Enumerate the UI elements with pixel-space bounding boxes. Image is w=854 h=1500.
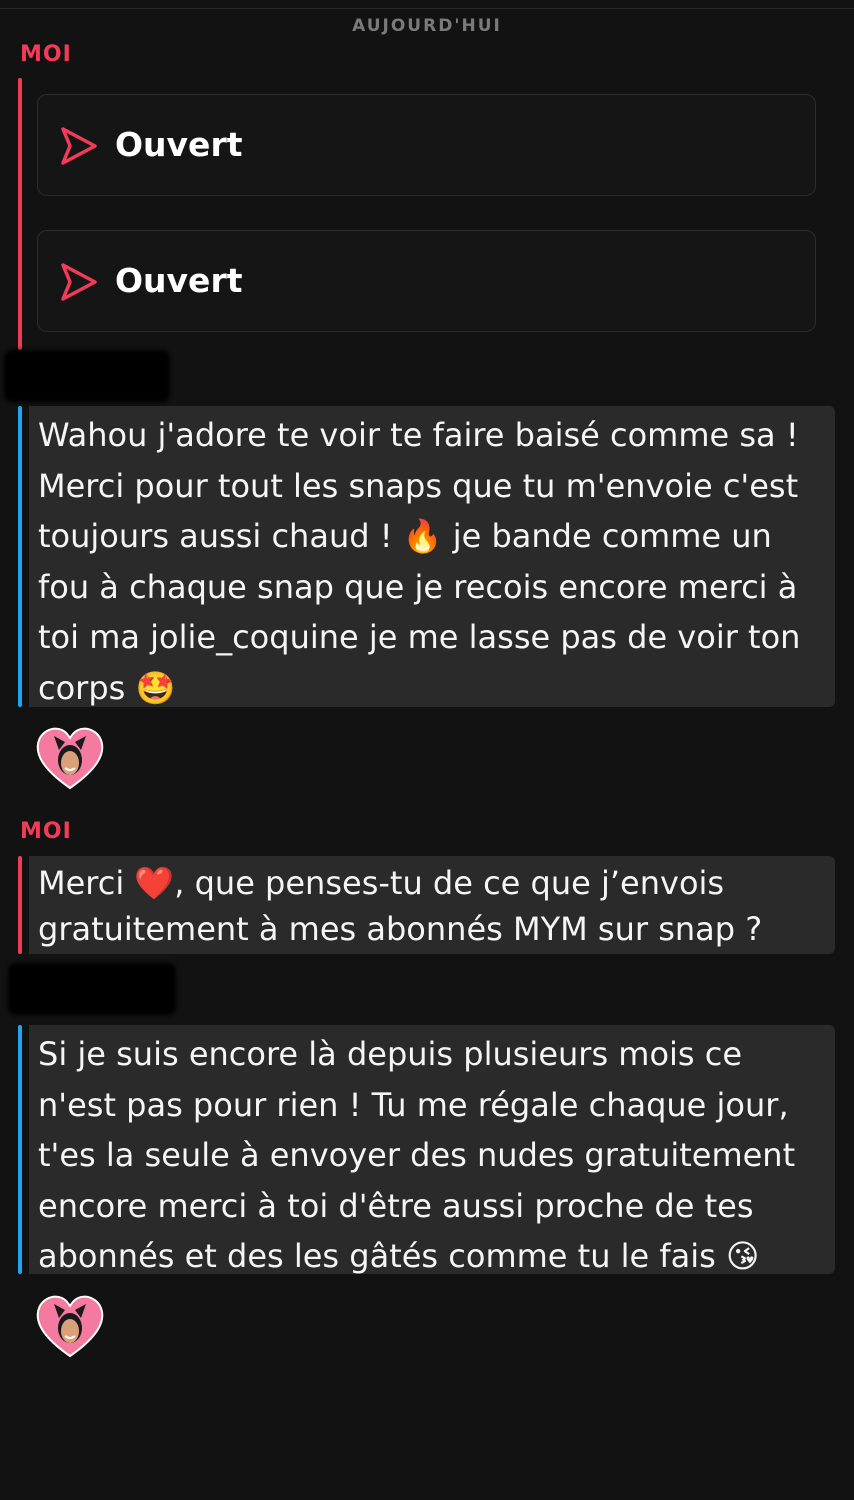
redacted-sender-name	[4, 350, 170, 402]
sender-label-me: MOI	[20, 42, 72, 67]
snap-opened-arrow-icon	[61, 263, 97, 301]
snap-item[interactable]: Ouvert	[37, 230, 816, 332]
heart-bitmoji-reaction-icon	[36, 727, 104, 790]
message-bubble[interactable]: Merci ❤️, que penses-tu de ce que j’envo…	[29, 856, 835, 954]
sender-bar-other	[18, 1025, 22, 1274]
redacted-sender-name	[8, 963, 176, 1015]
snap-item[interactable]: Ouvert	[37, 94, 816, 196]
sender-bar-me	[18, 856, 22, 954]
message-bubble[interactable]: Wahou j'adore te voir te faire baisé com…	[29, 406, 835, 707]
sender-bar-other	[18, 406, 22, 707]
sender-label-me: MOI	[20, 819, 72, 844]
snap-status-label: Ouvert	[115, 261, 243, 300]
snap-status-label: Ouvert	[115, 125, 243, 164]
top-divider	[0, 8, 854, 9]
day-separator: AUJOURD'HUI	[352, 16, 502, 36]
message-bubble[interactable]: Si je suis encore là depuis plusieurs mo…	[29, 1025, 835, 1275]
heart-bitmoji-reaction-icon	[36, 1295, 104, 1358]
sender-bar-me	[18, 78, 22, 350]
snap-opened-arrow-icon	[61, 127, 97, 165]
